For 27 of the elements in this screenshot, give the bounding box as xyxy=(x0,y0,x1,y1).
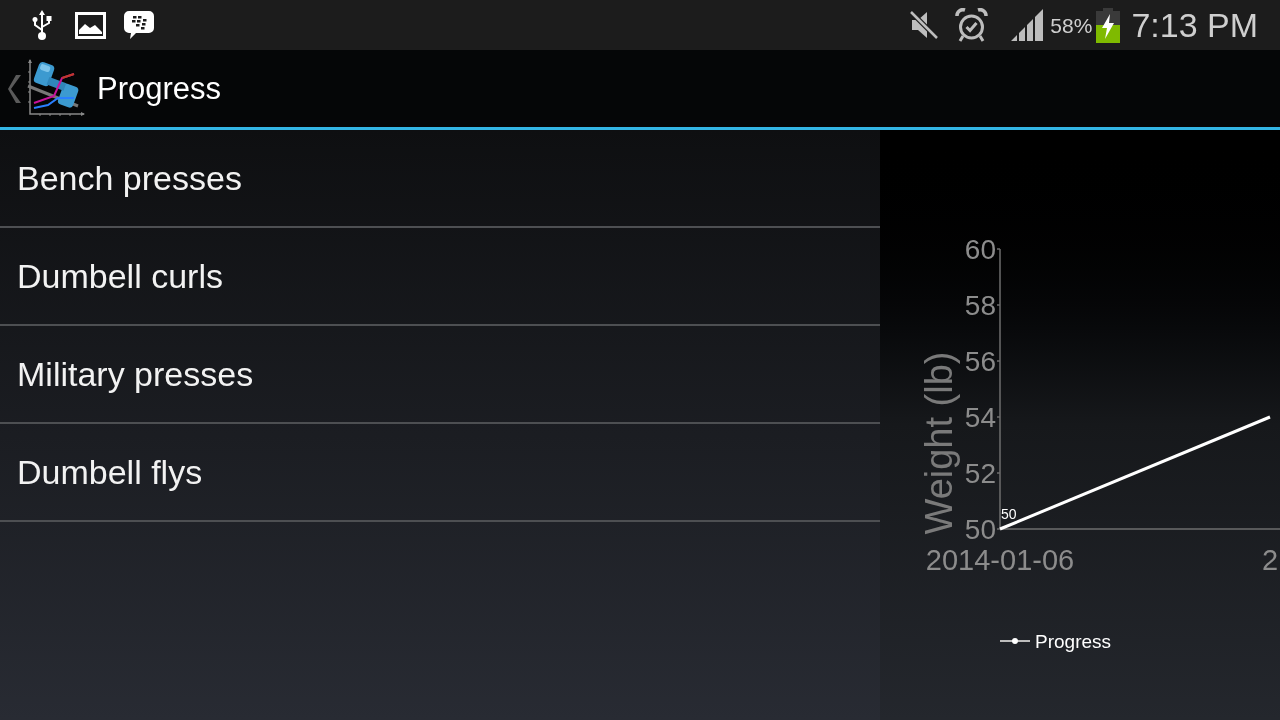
signal-icon xyxy=(1011,9,1044,41)
chat-bubble-icon xyxy=(124,11,154,39)
y-tick-label: 60 xyxy=(964,233,996,265)
x-tick-label: 2 xyxy=(1261,544,1279,576)
caret-icon[interactable] xyxy=(8,74,22,103)
y-tick-label: 50 xyxy=(964,513,996,545)
battery-charging-icon xyxy=(1096,7,1121,43)
y-axis-title: Weight (lb) xyxy=(918,351,961,535)
y-tick-label: 52 xyxy=(964,457,996,489)
x-tick-label: 2014-01-06 xyxy=(925,544,1075,576)
y-tick-label: 56 xyxy=(964,345,996,377)
exercise-item[interactable]: Dumbell flys xyxy=(0,424,880,522)
legend-label: Progress xyxy=(1035,631,1112,652)
clock-time: 7:13 PM xyxy=(1131,8,1258,42)
y-tick-label: 58 xyxy=(964,289,996,321)
battery-percent: 58% xyxy=(1050,14,1093,36)
exercise-item[interactable]: Dumbell curls xyxy=(0,228,880,326)
image-icon xyxy=(75,11,106,39)
data-label: 50 xyxy=(1001,506,1017,522)
y-tick-label: 54 xyxy=(964,401,996,433)
alarm-icon xyxy=(955,8,989,42)
legend-line-icon xyxy=(999,638,1031,644)
exercise-item[interactable]: Bench presses xyxy=(0,130,880,228)
usb-icon xyxy=(32,9,52,41)
screen-title: Progress xyxy=(97,73,222,104)
exercise-item[interactable]: Military presses xyxy=(0,326,880,424)
mute-icon xyxy=(909,10,940,40)
